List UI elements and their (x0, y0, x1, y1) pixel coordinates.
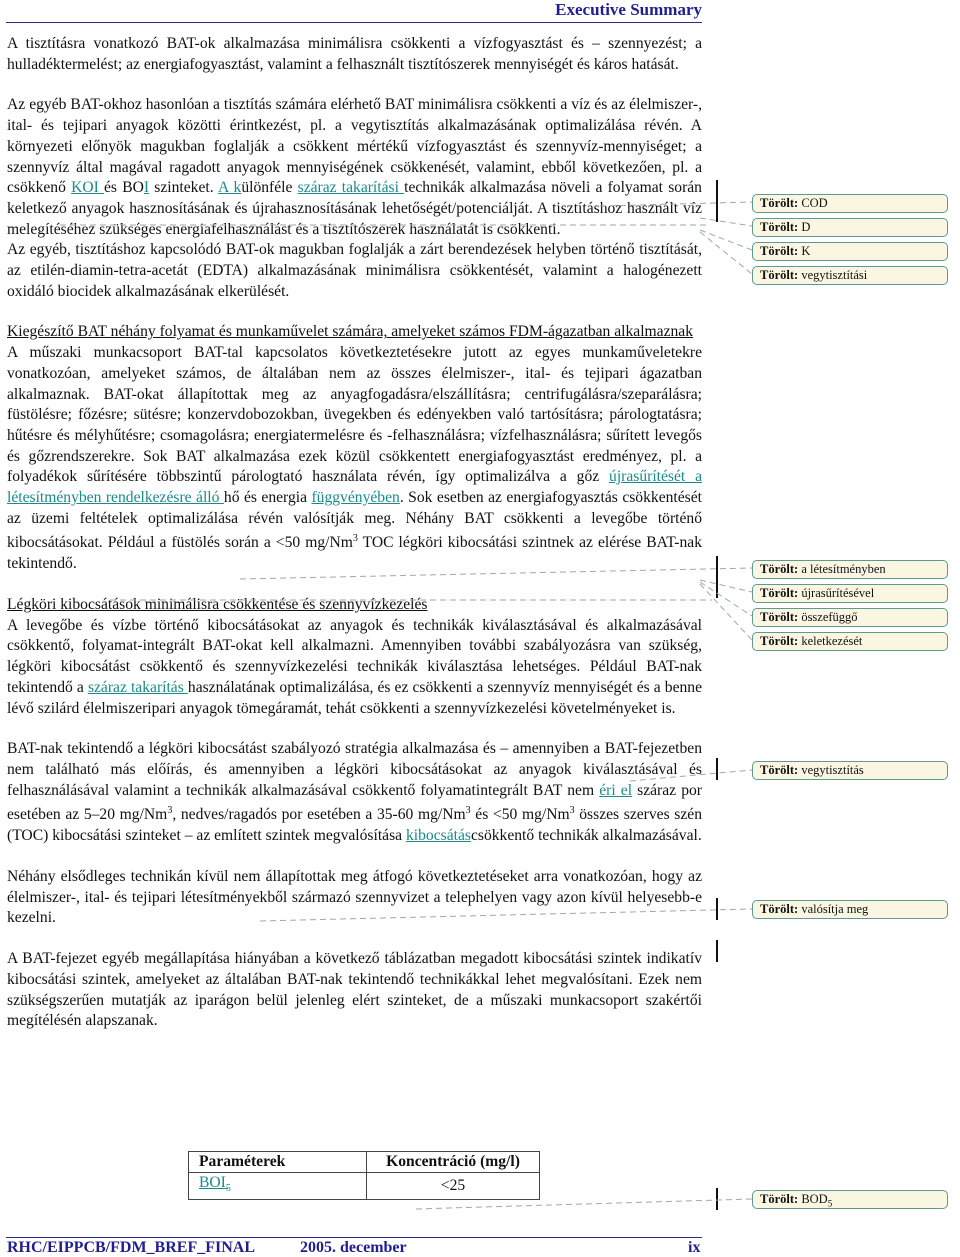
comment-text: összefüggő (801, 610, 858, 624)
deleted-comment[interactable]: Törölt: keletkezését (752, 632, 948, 651)
comment-text: K (801, 244, 811, 258)
deleted-comment[interactable]: Törölt: a létesítményben (752, 560, 948, 579)
comment-text: D (801, 220, 811, 234)
comment-label: Törölt: (760, 196, 799, 210)
comment-text: vegytisztítási (801, 268, 868, 282)
comment-text: BOD (801, 1192, 828, 1206)
comment-label: Törölt: (760, 610, 799, 624)
footer-rule (6, 1237, 702, 1238)
deleted-comment[interactable]: Törölt: valósítja meg (752, 900, 948, 919)
comment-text: újrasűrítésével (801, 586, 875, 600)
comment-label: Törölt: (760, 634, 799, 648)
deleted-comment[interactable]: Törölt: újrasűrítésével (752, 584, 948, 603)
comment-label: Törölt: (760, 1192, 799, 1206)
deleted-comment[interactable]: Törölt: BOD5 (752, 1190, 948, 1209)
comment-text: keletkezését (801, 634, 863, 648)
footer-date: 2005. december (300, 1239, 407, 1256)
deleted-comment[interactable]: Törölt: COD (752, 194, 948, 213)
footer-page-number: ix (688, 1239, 701, 1256)
deleted-comment[interactable]: Törölt: összefüggő (752, 608, 948, 627)
comment-label: Törölt: (760, 244, 799, 258)
comment-text: vegytisztítás (801, 763, 864, 777)
comment-label: Törölt: (760, 220, 799, 234)
comment-connectors (60, 201, 753, 1210)
comment-label: Törölt: (760, 586, 799, 600)
comment-label: Törölt: (760, 268, 799, 282)
comment-text: COD (801, 196, 828, 210)
comment-label: Törölt: (760, 562, 799, 576)
subscript: 5 (827, 1198, 833, 1209)
comment-label: Törölt: (760, 763, 799, 777)
footer-doc-id: RHC/EIPPCB/FDM_BREF_FINAL (7, 1239, 255, 1256)
deleted-comment[interactable]: Törölt: vegytisztítás (752, 761, 948, 780)
deleted-comment[interactable]: Törölt: D (752, 218, 948, 237)
comment-label: Törölt: (760, 902, 799, 916)
deleted-comment[interactable]: Törölt: vegytisztítási (752, 266, 948, 285)
comment-text: valósítja meg (801, 902, 869, 916)
comment-text: a létesítményben (801, 562, 886, 576)
deleted-comment[interactable]: Törölt: K (752, 242, 948, 261)
